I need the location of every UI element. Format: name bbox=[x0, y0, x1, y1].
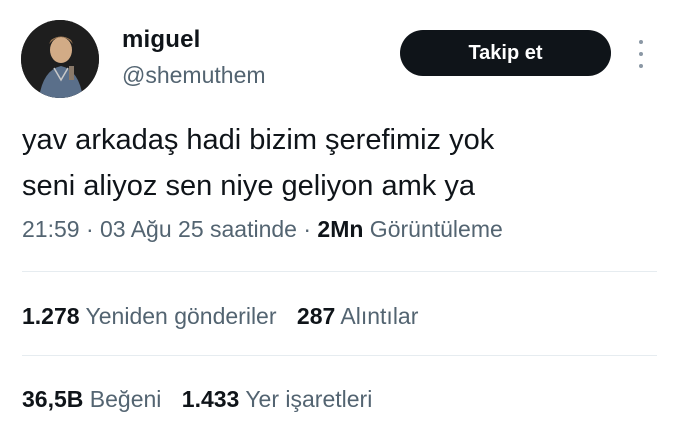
stats-row-reposts: 1.278 Yeniden gönderiler 287 Alıntılar bbox=[22, 303, 418, 330]
tweet-meta: 21:59 · 03 Ağu 25 saatinde · 2Mn Görüntü… bbox=[22, 216, 503, 243]
stats-row-likes: 36,5B Beğeni 1.433 Yer işaretleri bbox=[22, 386, 372, 413]
likes-label: Beğeni bbox=[83, 386, 162, 412]
bookmarks-stat[interactable]: 1.433 Yer işaretleri bbox=[182, 386, 373, 413]
quotes-stat[interactable]: 287 Alıntılar bbox=[297, 303, 418, 330]
follow-button[interactable]: Takip et bbox=[400, 30, 611, 76]
views-count: 2Mn bbox=[317, 216, 364, 242]
quotes-count: 287 bbox=[296, 303, 336, 329]
retweets-count: 1.278 bbox=[22, 303, 80, 329]
tweet-text-line: yav arkadaş hadi bizim şerefimiz yok bbox=[22, 124, 495, 156]
meta-separator: · bbox=[296, 216, 318, 242]
meta-separator: · bbox=[79, 216, 101, 242]
tweet-text-line: seni aliyoz sen niye geliyon amk ya bbox=[22, 170, 475, 202]
more-vertical-icon[interactable] bbox=[633, 40, 649, 68]
views-label: Görüntüleme bbox=[363, 216, 503, 242]
divider bbox=[22, 355, 657, 356]
display-name[interactable]: miguel bbox=[122, 26, 201, 54]
quotes-label: Alıntılar bbox=[335, 303, 419, 329]
bookmarks-label: Yer işaretleri bbox=[239, 386, 373, 412]
tweet-detail: miguel @shemuthem Takip et yav arkadaş h… bbox=[0, 0, 679, 429]
divider bbox=[22, 271, 657, 272]
likes-stat[interactable]: 36,5B Beğeni bbox=[22, 386, 161, 413]
likes-count: 36,5B bbox=[22, 386, 84, 412]
retweets-label: Yeniden gönderiler bbox=[79, 303, 277, 329]
tweet-time[interactable]: 21:59 bbox=[22, 216, 80, 242]
tweet-date[interactable]: 03 Ağu 25 saatinde bbox=[100, 216, 297, 242]
avatar[interactable] bbox=[21, 20, 99, 98]
bookmarks-count: 1.433 bbox=[181, 386, 240, 412]
tweet-text: yav arkadaş hadi bizim şerefimiz yok sen… bbox=[22, 117, 662, 209]
avatar-image bbox=[21, 20, 99, 98]
retweets-stat[interactable]: 1.278 Yeniden gönderiler bbox=[22, 303, 277, 330]
user-handle[interactable]: @shemuthem bbox=[122, 62, 266, 89]
